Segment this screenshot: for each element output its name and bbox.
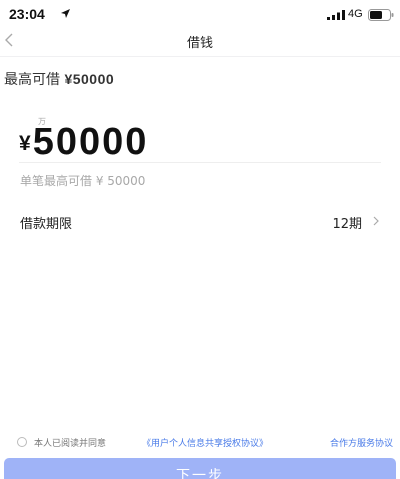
privacy-agreement-link[interactable]: 《用户个人信息共享授权协议》 [142, 436, 268, 449]
signal-icon [327, 10, 345, 20]
amount-divider [19, 162, 381, 163]
page-title: 借钱 [186, 36, 213, 51]
nav-divider [0, 56, 400, 57]
max-borrow-heading: 最高可借 ¥50000 [4, 69, 114, 89]
loan-term-label: 借款期限 [20, 217, 73, 232]
loan-term-value: 12期 [332, 217, 362, 232]
battery-icon [368, 9, 394, 21]
amount-field[interactable]: ¥ 50000 [19, 118, 148, 164]
single-limit-text: 单笔最高可借 ¥ 50000 [20, 174, 146, 188]
status-bar: 23:04 4G [0, 0, 400, 28]
borrow-screen: 23:04 4G 借钱 最高可借 ¥50000 万 ¥ 50000 单笔最高可借… [0, 0, 400, 479]
agreement-text: 本人已阅读并同意 [34, 439, 107, 449]
agreement-checkbox[interactable] [17, 437, 27, 447]
amount-input[interactable]: 50000 [33, 121, 149, 164]
max-borrow-label: 最高可借 [4, 72, 60, 88]
agreement-row: 本人已阅读并同意 《用户个人信息共享授权协议》 合作方服务协议 [17, 436, 400, 450]
next-button[interactable]: 下一步 [4, 458, 396, 479]
currency-symbol: ¥ [19, 132, 31, 155]
chevron-right-icon [373, 216, 379, 226]
network-label: 4G [348, 8, 363, 20]
status-time: 23:04 [9, 6, 45, 22]
nav-bar: 借钱 [0, 28, 400, 52]
loan-term-row[interactable]: 借款期限 12期 [0, 204, 400, 236]
location-icon [61, 9, 70, 18]
max-borrow-amount: ¥50000 [64, 71, 115, 87]
partner-agreement-link[interactable]: 合作方服务协议 [330, 436, 393, 449]
